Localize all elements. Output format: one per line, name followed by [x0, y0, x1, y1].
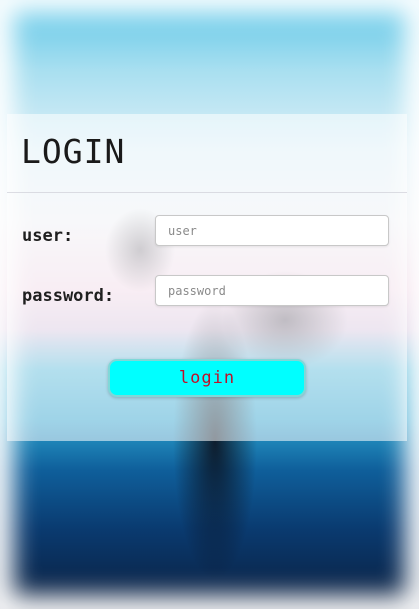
title-divider	[7, 192, 407, 193]
login-page: LOGIN user: password: login	[0, 0, 419, 609]
password-input[interactable]	[155, 275, 389, 306]
login-button[interactable]: login	[108, 359, 306, 397]
login-panel: LOGIN user: password: login	[7, 114, 407, 441]
password-label: password:	[22, 286, 115, 306]
login-title: LOGIN	[21, 132, 126, 171]
user-input[interactable]	[155, 215, 389, 246]
user-label: user:	[22, 226, 74, 246]
